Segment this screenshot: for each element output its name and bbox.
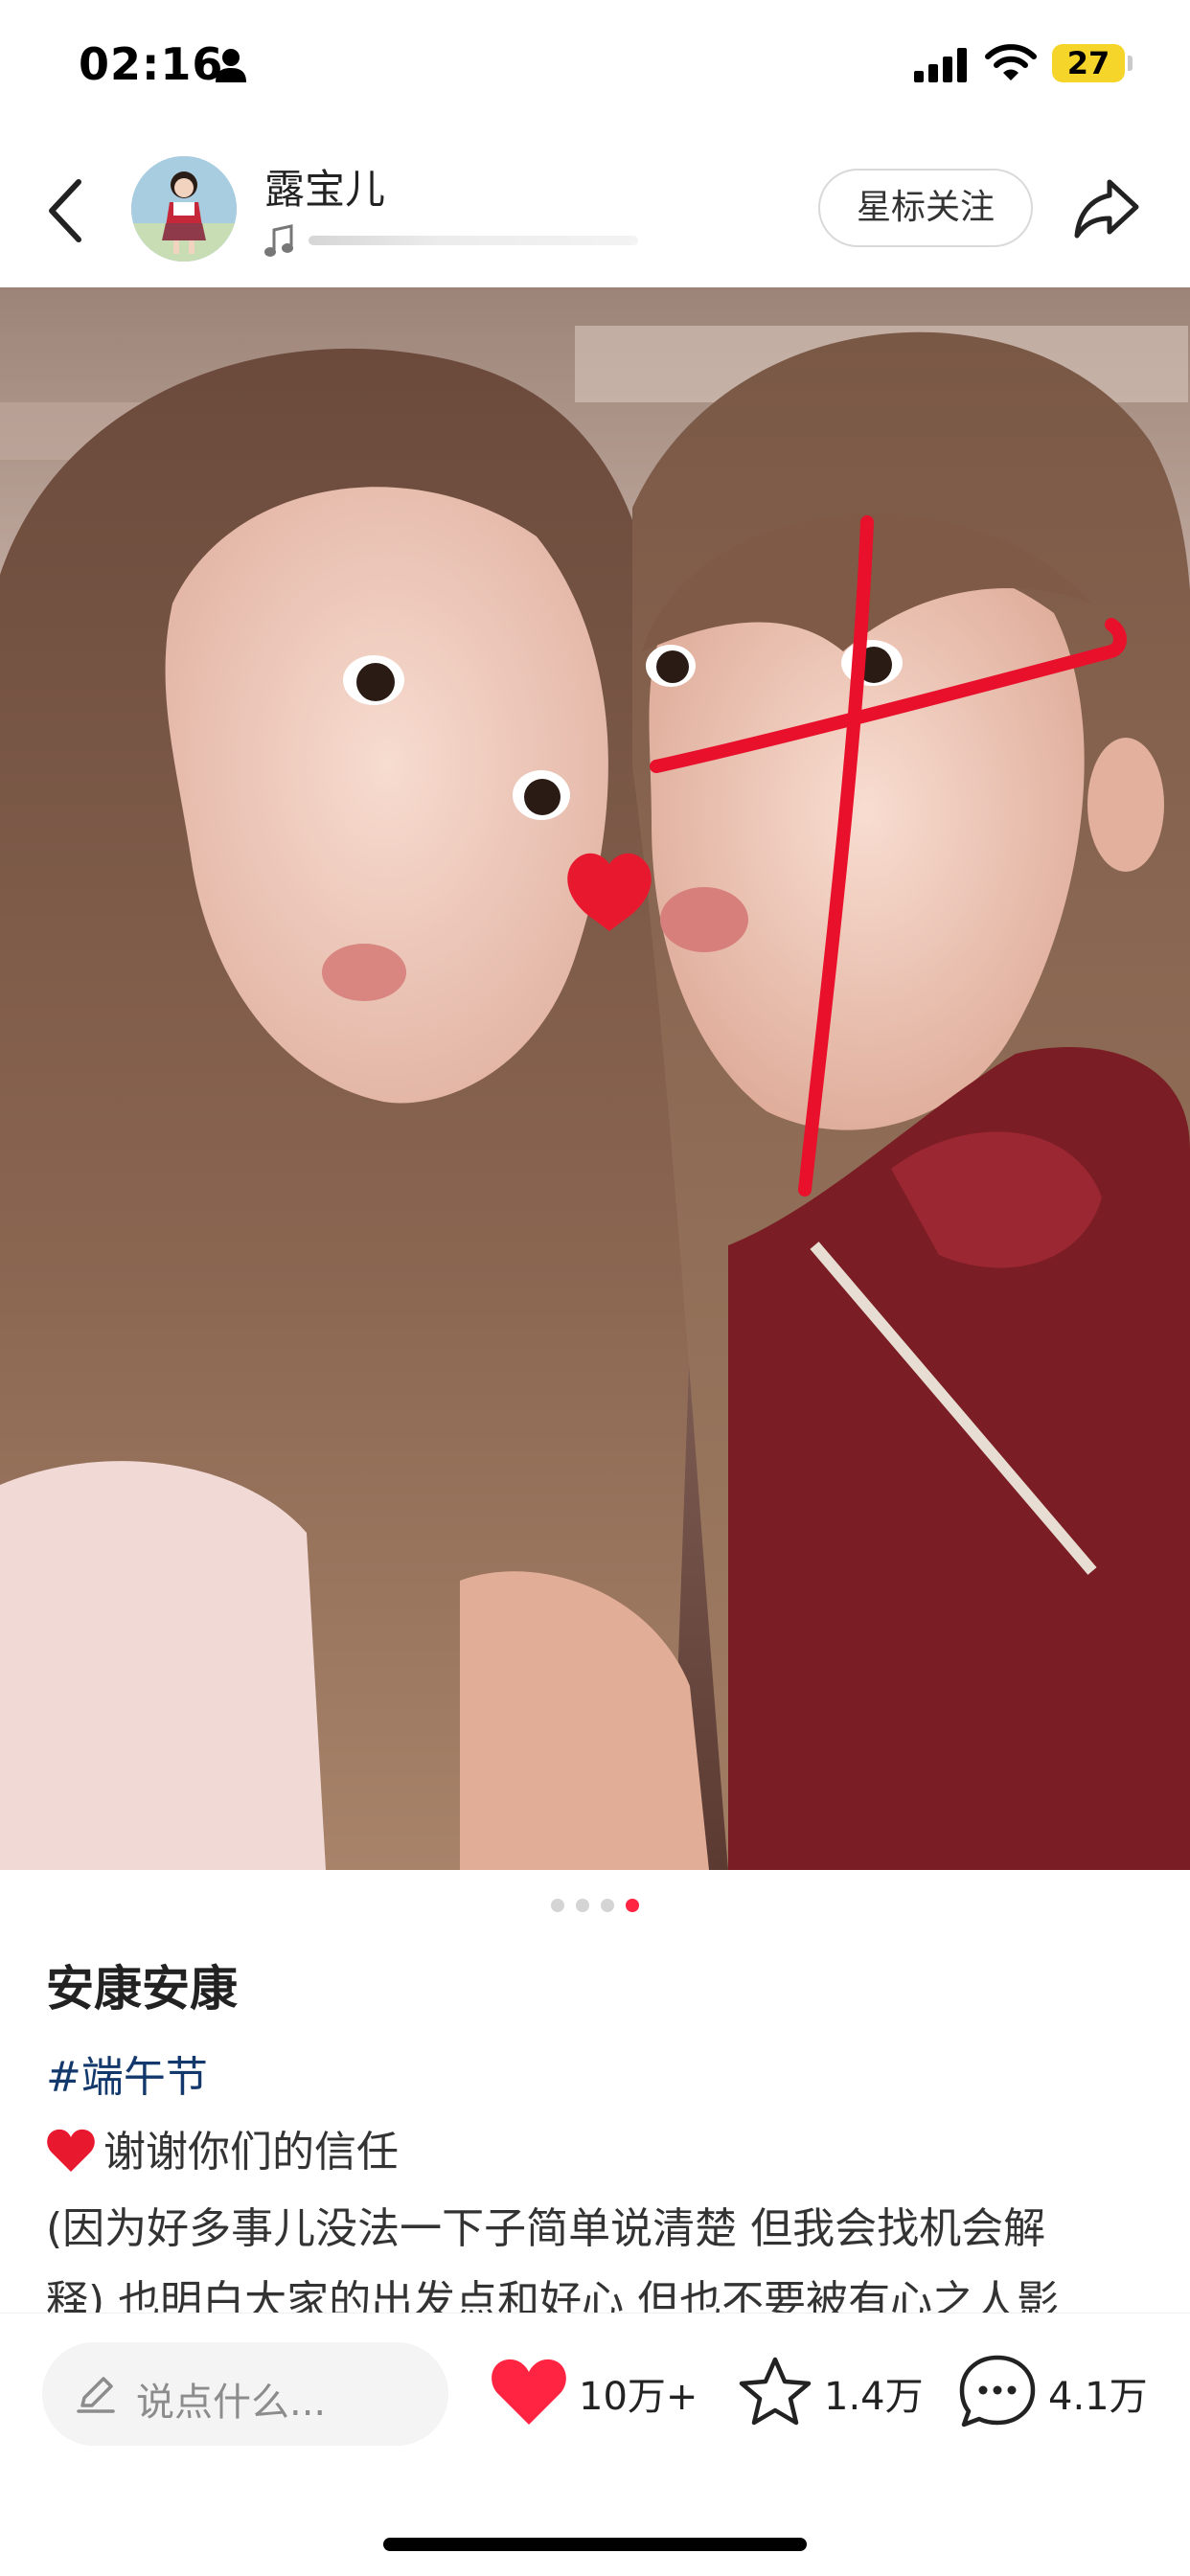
avatar-picture: [131, 156, 237, 262]
carousel-indicator: [0, 1899, 1190, 1918]
share-icon[interactable]: [1071, 172, 1144, 245]
selfie-image: [0, 287, 1190, 1870]
person-icon: [216, 49, 246, 82]
hashtag-link[interactable]: #端午节: [46, 2042, 208, 2104]
comment-button[interactable]: 4.1万: [958, 2348, 1169, 2434]
carousel-dot-1[interactable]: [551, 1899, 564, 1912]
note-photo[interactable]: [0, 287, 1190, 1870]
battery-level: 27: [1052, 44, 1125, 82]
comment-input[interactable]: 说点什么...: [42, 2342, 448, 2446]
carousel-dot-4-active[interactable]: [626, 1899, 639, 1912]
comment-icon: [959, 2355, 1036, 2428]
favorite-button[interactable]: 1.4万: [738, 2348, 929, 2434]
wifi-icon: [985, 44, 1037, 80]
star-icon: [739, 2357, 812, 2426]
music-note-icon: [264, 224, 293, 257]
comment-placeholder: 说点什么...: [136, 2381, 327, 2425]
note-body-line-1: 谢谢你们的信任: [46, 2117, 399, 2178]
carousel-dot-2[interactable]: [576, 1899, 589, 1912]
home-indicator[interactable]: [383, 2538, 807, 2551]
status-bar: 02:16 27: [0, 0, 1190, 134]
back-icon[interactable]: [38, 174, 96, 247]
author-name[interactable]: 露宝儿: [264, 157, 385, 216]
like-button[interactable]: 10万+: [489, 2348, 699, 2434]
note-body-text-1: 谢谢你们的信任: [103, 2128, 399, 2177]
bottom-action-bar: 说点什么... 10万+ 1.4万 4.1万: [0, 2313, 1190, 2576]
red-heart-icon: [47, 2129, 95, 2172]
music-title-blurred: [309, 236, 638, 245]
carousel-dot-3[interactable]: [601, 1899, 614, 1912]
music-row[interactable]: [264, 220, 648, 262]
follow-button[interactable]: 星标关注: [818, 169, 1033, 247]
comment-count: 4.1万: [1048, 2375, 1148, 2419]
avatar[interactable]: [131, 156, 237, 262]
favorite-count: 1.4万: [824, 2375, 924, 2419]
status-time: 02:16: [79, 38, 224, 90]
note-body-line-2: (因为好多事儿没法一下子简单说清楚 但我会找机会解: [46, 2204, 1046, 2253]
pencil-icon: [77, 2377, 115, 2413]
like-count: 10万+: [579, 2375, 698, 2419]
note-title: 安康安康: [46, 1961, 238, 2017]
battery-tip: [1128, 56, 1133, 71]
heart-icon: [492, 2359, 566, 2425]
header: 露宝儿 星标关注: [0, 134, 1190, 287]
signal-icon: [914, 48, 967, 82]
